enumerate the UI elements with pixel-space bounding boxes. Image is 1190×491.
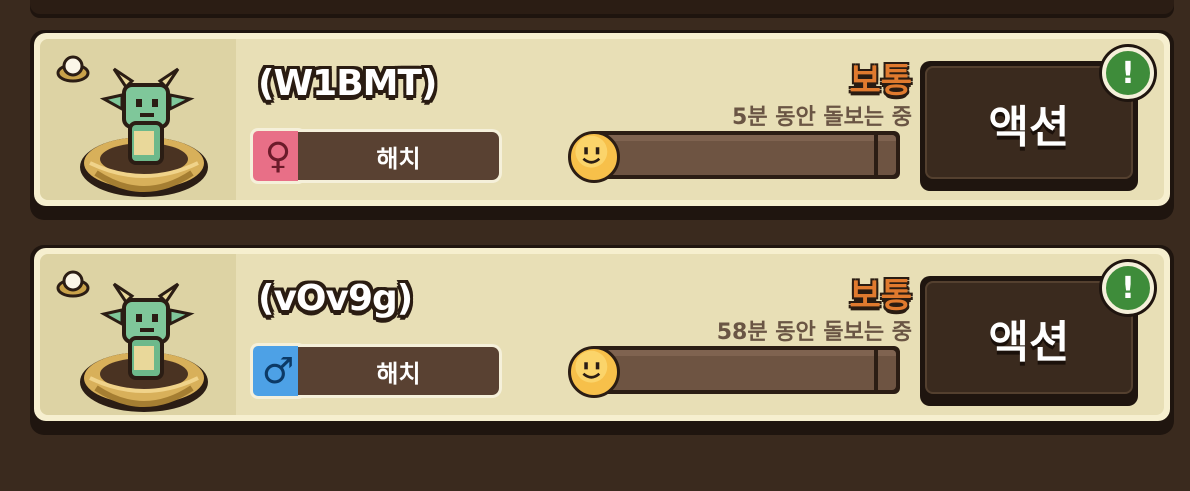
care-time-text: 5분 동안 돌보는 중 [732,105,912,130]
pet-avatar-area [40,39,236,200]
pet-avatar-area [40,254,236,415]
previous-card-edge [30,0,1174,14]
action-button-face[interactable]: 액션 [925,66,1133,179]
mood-label: 보통 [849,276,912,316]
mood-progress-marker [874,350,878,390]
smiley-face-icon [568,346,620,398]
action-button-label: 액션 [988,101,1070,153]
dragon-hatchling-icon [80,67,208,197]
pet-card-panel: (vOv9g) ♂ 해치 보통 58분 동안 돌보는 중 액션 ! [40,254,1164,415]
smiley-face-icon [568,131,620,183]
growth-stage-label: 해치 [298,344,502,398]
mood-progress-bar [590,346,900,394]
pet-card[interactable]: (W1BMT) ♀ 해치 보통 5분 동안 돌보는 중 액션 ! [30,30,1174,220]
action-button-label: 액션 [988,316,1070,368]
mood-progress-marker [874,135,878,175]
mood-label: 보통 [849,61,912,101]
pet-card-body: (vOv9g) ♂ 해치 보통 58분 동안 돌보는 중 액션 ! [34,248,1170,421]
dragon-hatchling-icon [80,282,208,412]
action-button-face[interactable]: 액션 [925,281,1133,394]
pet-name: (vOv9g) [258,278,413,319]
pet-card[interactable]: (vOv9g) ♂ 해치 보통 58분 동안 돌보는 중 액션 ! [30,245,1174,435]
alert-icon: ! [1102,47,1154,99]
mood-progress-bar [590,131,900,179]
pet-card-panel: (W1BMT) ♀ 해치 보통 5분 동안 돌보는 중 액션 ! [40,39,1164,200]
mood-progress-track [594,135,896,175]
pet-name: (W1BMT) [258,63,437,104]
care-time-text: 58분 동안 돌보는 중 [716,320,912,345]
pet-card-body: (W1BMT) ♀ 해치 보통 5분 동안 돌보는 중 액션 ! [34,33,1170,206]
growth-stage-label: 해치 [298,129,502,183]
alert-icon: ! [1102,262,1154,314]
mood-progress-track [594,350,896,390]
